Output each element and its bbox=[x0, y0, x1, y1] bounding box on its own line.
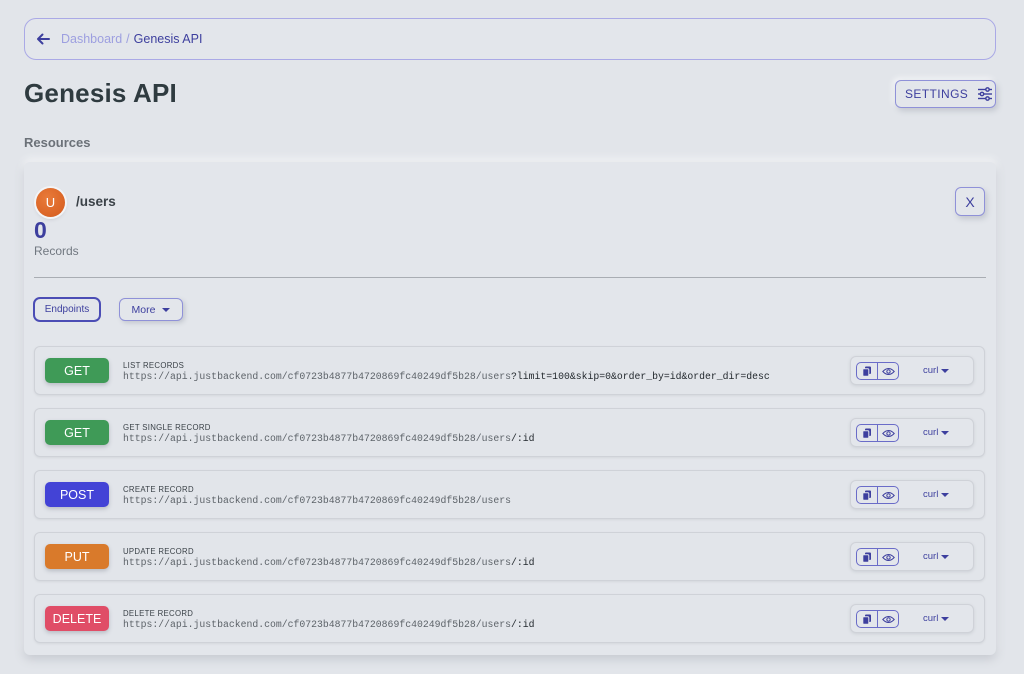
copy-button[interactable] bbox=[856, 424, 878, 442]
copy-button[interactable] bbox=[856, 362, 878, 380]
page-title: Genesis API bbox=[24, 78, 177, 108]
endpoint-row: GET GET SINGLE RECORD https://api.justba… bbox=[34, 408, 985, 457]
endpoint-url-suffix: /:id bbox=[511, 557, 535, 568]
endpoint-actions: curl bbox=[850, 542, 974, 571]
endpoint-url-base: https://api.justbackend.com/cf0723b4877b… bbox=[123, 495, 512, 506]
endpoint-row: POST CREATE RECORD https://api.justbacke… bbox=[34, 470, 985, 519]
language-label: curl bbox=[923, 365, 939, 376]
endpoint-url-base: https://api.justbackend.com/cf0723b4877b… bbox=[123, 433, 512, 444]
view-button[interactable] bbox=[877, 362, 899, 380]
endpoint-url: https://api.justbackend.com/cf0723b4877b… bbox=[123, 557, 535, 568]
copy-icon bbox=[862, 490, 871, 501]
endpoint-label: UPDATE RECORD bbox=[123, 547, 194, 556]
eye-icon bbox=[881, 429, 895, 437]
eye-icon bbox=[881, 615, 895, 623]
caret-down-icon bbox=[941, 430, 950, 435]
language-label: curl bbox=[923, 489, 939, 500]
endpoint-url-base: https://api.justbackend.com/cf0723b4877b… bbox=[123, 371, 512, 382]
language-dropdown[interactable]: curl bbox=[923, 365, 950, 376]
more-label: More bbox=[131, 303, 156, 316]
endpoint-actions: curl bbox=[850, 418, 974, 447]
method-badge[interactable]: DELETE bbox=[45, 606, 109, 631]
breadcrumb-separator: / bbox=[126, 32, 130, 46]
endpoint-url-suffix: /:id bbox=[511, 433, 535, 444]
copy-icon bbox=[862, 366, 871, 377]
language-label: curl bbox=[923, 551, 939, 562]
language-dropdown[interactable]: curl bbox=[923, 551, 950, 562]
copy-icon bbox=[862, 552, 871, 563]
endpoint-label: DELETE RECORD bbox=[123, 609, 194, 618]
method-badge[interactable]: GET bbox=[45, 358, 109, 383]
endpoint-row: PUT UPDATE RECORD https://api.justbacken… bbox=[34, 532, 985, 581]
view-button[interactable] bbox=[877, 424, 899, 442]
sliders-icon bbox=[978, 87, 993, 101]
record-count-label: Records bbox=[34, 244, 79, 258]
endpoint-url-base: https://api.justbackend.com/cf0723b4877b… bbox=[123, 557, 512, 568]
avatar: U bbox=[36, 188, 65, 217]
language-dropdown[interactable]: curl bbox=[923, 489, 950, 500]
section-title-resources: Resources bbox=[24, 135, 91, 150]
view-button[interactable] bbox=[877, 486, 899, 504]
more-dropdown[interactable]: More bbox=[119, 298, 183, 321]
endpoint-label: CREATE RECORD bbox=[123, 485, 194, 494]
endpoint-url: https://api.justbackend.com/cf0723b4877b… bbox=[123, 433, 535, 444]
language-label: curl bbox=[923, 613, 939, 624]
resource-name: /users bbox=[76, 194, 116, 209]
copy-icon bbox=[862, 614, 871, 625]
back-arrow-icon[interactable] bbox=[35, 31, 51, 47]
endpoint-actions: curl bbox=[850, 356, 974, 385]
endpoint-label: GET SINGLE RECORD bbox=[123, 423, 211, 432]
endpoint-url-suffix: /:id bbox=[511, 619, 535, 630]
caret-down-icon bbox=[941, 554, 950, 559]
method-badge[interactable]: PUT bbox=[45, 544, 109, 569]
language-dropdown[interactable]: curl bbox=[923, 613, 950, 624]
resource-card: U /users 0 Records X Endpoints More GET … bbox=[24, 162, 996, 655]
breadcrumb-current: Genesis API bbox=[133, 32, 203, 46]
caret-down-icon bbox=[941, 368, 950, 373]
endpoint-url: https://api.justbackend.com/cf0723b4877b… bbox=[123, 495, 511, 506]
endpoint-label: LIST RECORDS bbox=[123, 361, 185, 370]
method-badge[interactable]: POST bbox=[45, 482, 109, 507]
eye-icon bbox=[881, 491, 895, 499]
endpoint-row: GET LIST RECORDS https://api.justbackend… bbox=[34, 346, 985, 395]
view-button[interactable] bbox=[877, 548, 899, 566]
endpoint-actions: curl bbox=[850, 604, 974, 633]
breadcrumb-dashboard-link[interactable]: Dashboard bbox=[61, 32, 122, 46]
endpoint-url-base: https://api.justbackend.com/cf0723b4877b… bbox=[123, 619, 512, 630]
tab-endpoints[interactable]: Endpoints bbox=[33, 297, 101, 322]
endpoint-actions: curl bbox=[850, 480, 974, 509]
copy-button[interactable] bbox=[856, 610, 878, 628]
settings-button[interactable]: SETTINGS bbox=[895, 80, 996, 108]
caret-down-icon bbox=[941, 616, 950, 621]
breadcrumb: Dashboard / Genesis API bbox=[24, 18, 996, 60]
eye-icon bbox=[881, 553, 895, 561]
copy-icon bbox=[862, 428, 871, 439]
caret-down-icon bbox=[162, 307, 171, 312]
settings-label: SETTINGS bbox=[905, 87, 969, 101]
caret-down-icon bbox=[941, 492, 950, 497]
record-count: 0 bbox=[34, 217, 47, 243]
copy-button[interactable] bbox=[856, 548, 878, 566]
copy-button[interactable] bbox=[856, 486, 878, 504]
endpoint-url: https://api.justbackend.com/cf0723b4877b… bbox=[123, 371, 770, 382]
method-badge[interactable]: GET bbox=[45, 420, 109, 445]
endpoint-url-suffix: ?limit=100&skip=0&order_by=id&order_dir=… bbox=[511, 371, 770, 382]
eye-icon bbox=[881, 367, 895, 375]
endpoint-url: https://api.justbackend.com/cf0723b4877b… bbox=[123, 619, 535, 630]
divider bbox=[34, 277, 986, 278]
close-button[interactable]: X bbox=[955, 187, 985, 216]
endpoint-row: DELETE DELETE RECORD https://api.justbac… bbox=[34, 594, 985, 643]
view-button[interactable] bbox=[877, 610, 899, 628]
language-dropdown[interactable]: curl bbox=[923, 427, 950, 438]
language-label: curl bbox=[923, 427, 939, 438]
